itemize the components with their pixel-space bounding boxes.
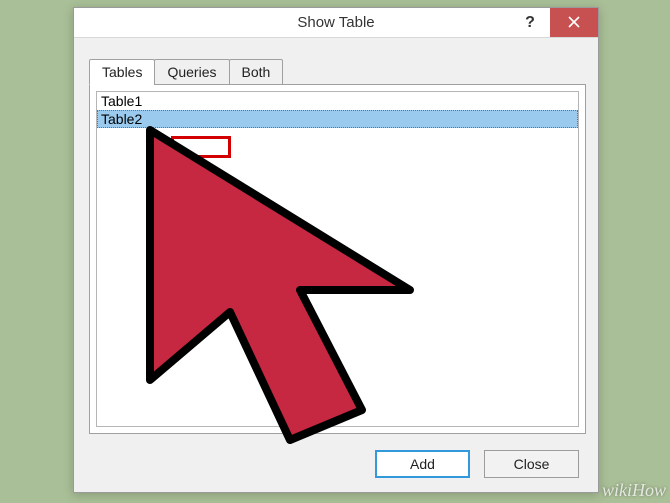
- dialog-title: Show Table: [297, 14, 374, 31]
- tab-queries[interactable]: Queries: [154, 59, 229, 85]
- tab-strip: Tables Queries Both: [89, 59, 583, 85]
- list-item[interactable]: Table1: [97, 92, 578, 110]
- help-button[interactable]: ?: [510, 8, 550, 37]
- button-label: Close: [514, 456, 550, 472]
- close-button[interactable]: Close: [484, 450, 579, 478]
- titlebar-buttons: ?: [510, 8, 598, 37]
- button-label: Add: [410, 456, 435, 472]
- tab-label: Queries: [167, 64, 216, 80]
- tab-both[interactable]: Both: [229, 59, 284, 85]
- tab-label: Both: [242, 64, 271, 80]
- add-button[interactable]: Add: [375, 450, 470, 478]
- list-item-label: Table2: [101, 111, 142, 127]
- dialog-button-row: Add Close: [89, 450, 583, 478]
- tables-listbox[interactable]: Table1 Table2: [96, 91, 579, 427]
- close-window-button[interactable]: [550, 8, 598, 37]
- help-icon: ?: [525, 14, 535, 32]
- dialog-body: Tables Queries Both Table1 Table2 Add: [74, 38, 598, 493]
- close-icon: [568, 15, 580, 31]
- show-table-dialog: Show Table ? Tables Queries Both: [73, 7, 599, 493]
- tab-label: Tables: [102, 64, 142, 80]
- list-item[interactable]: Table2: [97, 110, 578, 128]
- list-item-label: Table1: [101, 93, 142, 109]
- tab-tables[interactable]: Tables: [89, 59, 155, 85]
- titlebar: Show Table ?: [74, 8, 598, 38]
- tab-panel: Table1 Table2: [89, 84, 586, 434]
- watermark: wikiHow: [602, 480, 666, 501]
